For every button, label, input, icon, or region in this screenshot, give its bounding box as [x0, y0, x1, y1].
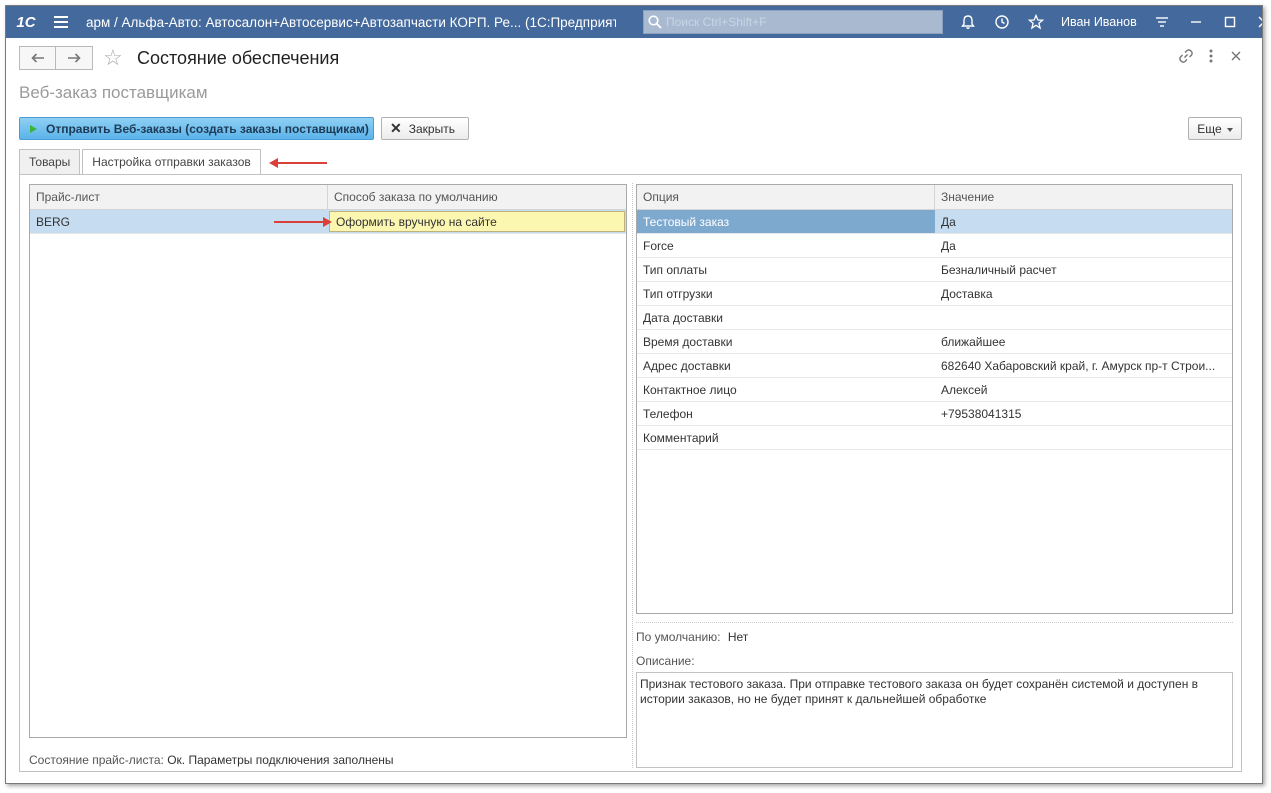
chevron-down-icon: [1226, 127, 1233, 132]
form-title: Состояние обеспечения: [137, 48, 340, 68]
price-list-state-label: Состояние прайс-листа:: [29, 753, 164, 767]
back-button[interactable]: [19, 46, 56, 70]
tab-panel-order-settings: Прайс-лист Способ заказа по умолчанию BE…: [19, 174, 1242, 772]
cell-option: Тип оплаты: [643, 262, 708, 277]
more-button-label: Еще: [1197, 121, 1222, 136]
maximize-icon[interactable]: [1213, 6, 1247, 38]
cell-value[interactable]: Да: [935, 210, 1232, 233]
cell-value[interactable]: Да: [935, 234, 1232, 257]
price-list-table-header: Прайс-лист Способ заказа по умолчанию: [30, 185, 626, 210]
user-name[interactable]: Иван Иванов: [1053, 15, 1145, 29]
close-x-icon: ✕: [390, 120, 402, 136]
search-input[interactable]: [666, 15, 926, 29]
app-title: арм / Альфа-Авто: Автосалон+Автосервис+А…: [86, 14, 616, 30]
cell-value[interactable]: Алексей: [935, 378, 1232, 401]
table-row[interactable]: Тестовый заказ Да: [637, 210, 1232, 234]
annotation-arrow-cell: [274, 217, 332, 227]
tab-order-settings[interactable]: Настройка отправки заказов: [82, 149, 261, 175]
tab-bar: Товары Настройка отправки заказов: [19, 149, 261, 175]
minimize-icon[interactable]: [1179, 6, 1213, 38]
table-row[interactable]: Адрес доставки 682640 Хабаровский край, …: [637, 354, 1232, 378]
favorites-star-icon[interactable]: [1019, 6, 1053, 38]
more-actions-icon[interactable]: [1208, 48, 1214, 64]
menu-icon[interactable]: [46, 6, 76, 38]
cell-option: Время доставки: [643, 334, 733, 349]
column-header-value[interactable]: Значение: [935, 185, 1232, 209]
column-header-option[interactable]: Опция: [637, 185, 935, 209]
table-row[interactable]: Комментарий: [637, 426, 1232, 450]
options-table: Опция Значение Тестовый заказ Да Force Д…: [636, 184, 1233, 614]
arrow-left-icon: [30, 53, 44, 63]
forward-button[interactable]: [56, 46, 93, 70]
cell-value[interactable]: [935, 426, 1232, 449]
table-row[interactable]: Тип отгрузки Доставка: [637, 282, 1232, 306]
cell-value[interactable]: [935, 306, 1232, 329]
table-row[interactable]: Время доставки ближайшее: [637, 330, 1232, 354]
title-bar: 1С арм / Альфа-Авто: Автосалон+Автосерви…: [6, 6, 1262, 38]
column-header-order-method[interactable]: Способ заказа по умолчанию: [328, 185, 626, 209]
close-window-icon[interactable]: [1247, 6, 1262, 38]
link-icon[interactable]: [1178, 48, 1194, 64]
search-icon: [648, 15, 662, 29]
default-value-label: По умолчанию:: [636, 630, 721, 644]
arrow-right-icon: [68, 53, 81, 63]
send-web-orders-label: Отправить Веб-заказы (создать заказы пос…: [46, 121, 369, 136]
add-to-favorites-star-icon[interactable]: ☆: [103, 46, 123, 70]
cell-option: Тестовый заказ: [637, 210, 935, 233]
cell-value[interactable]: Безналичный расчет: [935, 258, 1232, 281]
settings-menu-icon[interactable]: [1145, 6, 1179, 38]
options-table-header: Опция Значение: [637, 185, 1232, 210]
section-divider: [636, 622, 1233, 623]
cell-option: Адрес доставки: [643, 358, 731, 373]
close-button[interactable]: ✕ Закрыть: [381, 117, 469, 140]
send-web-orders-button[interactable]: Отправить Веб-заказы (создать заказы пос…: [19, 117, 374, 140]
default-value-text: Нет: [727, 630, 749, 644]
close-button-label: Закрыть: [408, 121, 455, 136]
cell-order-method[interactable]: Оформить вручную на сайте: [329, 211, 625, 232]
cell-option: Телефон: [643, 406, 693, 421]
table-row[interactable]: Телефон +79538041315: [637, 402, 1232, 426]
cell-option: Дата доставки: [643, 310, 723, 325]
app-window: 1С арм / Альфа-Авто: Автосалон+Автосерви…: [5, 5, 1263, 784]
notifications-bell-icon[interactable]: [951, 6, 985, 38]
nav-buttons: [19, 46, 93, 70]
cell-option: Тип отгрузки: [643, 286, 713, 301]
cell-value[interactable]: 682640 Хабаровский край, г. Амурск пр-т …: [935, 354, 1232, 377]
default-value: По умолчанию: Нет: [636, 630, 748, 644]
more-button[interactable]: Еще: [1188, 117, 1242, 140]
table-row[interactable]: Дата доставки: [637, 306, 1232, 330]
history-icon[interactable]: [985, 6, 1019, 38]
table-row[interactable]: Force Да: [637, 234, 1232, 258]
table-row[interactable]: Тип оплаты Безналичный расчет: [637, 258, 1232, 282]
description-label: Описание:: [636, 654, 695, 668]
column-header-price-list[interactable]: Прайс-лист: [30, 185, 328, 209]
cell-option: Контактное лицо: [643, 382, 737, 397]
form-subtitle: Веб-заказ поставщикам: [19, 83, 208, 102]
form-header-actions: [1178, 48, 1244, 64]
description-field[interactable]: Признак тестового заказа. При отправке т…: [636, 672, 1233, 768]
titlebar-icons: Иван Иванов: [951, 6, 1262, 38]
global-search[interactable]: [643, 10, 943, 34]
close-form-icon[interactable]: [1228, 48, 1244, 64]
play-icon: [30, 124, 37, 133]
panel-splitter[interactable]: [632, 183, 633, 768]
price-list-state: Состояние прайс-листа: Ок. Параметры под…: [29, 753, 394, 767]
cell-value[interactable]: Доставка: [935, 282, 1232, 305]
table-row[interactable]: Контактное лицо Алексей: [637, 378, 1232, 402]
annotation-arrow-tab: [269, 158, 327, 168]
price-list-state-value: Ок. Параметры подключения заполнены: [167, 753, 394, 767]
app-logo: 1С: [16, 13, 36, 31]
cell-value[interactable]: +79538041315: [935, 402, 1232, 425]
cell-option: Force: [643, 238, 674, 253]
cell-value[interactable]: ближайшее: [935, 330, 1232, 353]
price-list-table: Прайс-лист Способ заказа по умолчанию BE…: [29, 184, 627, 738]
cell-option: Комментарий: [643, 430, 719, 445]
tab-goods[interactable]: Товары: [19, 149, 81, 175]
